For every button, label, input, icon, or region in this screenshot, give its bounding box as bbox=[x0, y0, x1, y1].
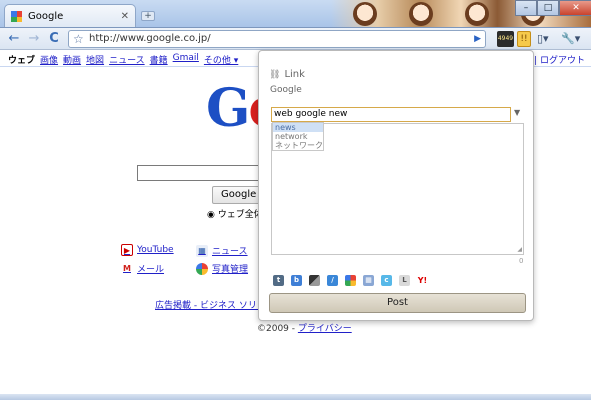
livedoor-icon[interactable]: L bbox=[399, 275, 410, 286]
tag-suggestion[interactable]: ネットワーク bbox=[273, 141, 323, 150]
copyright: ©2009 - プライバシー bbox=[257, 324, 352, 334]
window-bottom-border bbox=[0, 394, 591, 400]
page-menu-button[interactable]: ▯▾ bbox=[537, 31, 549, 47]
logout-link[interactable]: | ログアウト bbox=[534, 53, 585, 66]
google-bar: ウェブ 画像 動画 地図 ニュース 書籍 Gmail その他 ▾ bbox=[8, 53, 238, 66]
browser-toolbar: ← → C ☆ http://www.google.co.jp/ ▶ 4949 … bbox=[0, 28, 591, 50]
post-button[interactable]: Post bbox=[269, 293, 526, 313]
gbar-item-news[interactable]: ニュース bbox=[109, 53, 145, 66]
maximize-button[interactable]: □ bbox=[537, 0, 559, 16]
tag-suggestion[interactable]: news bbox=[273, 123, 323, 132]
tag-dropdown-icon[interactable]: ▼ bbox=[514, 108, 520, 117]
wrench-menu-button[interactable]: 🔧▾ bbox=[561, 31, 580, 47]
gmail-icon: M bbox=[121, 262, 133, 275]
news-icon: ▦ bbox=[196, 244, 208, 257]
share-services: t b / ▦ c L Y! bbox=[273, 275, 428, 286]
go-icon[interactable]: ▶ bbox=[474, 31, 481, 47]
hatena-bookmark-popup: ⛓ Link Google web google new ▼ ◢ news ne… bbox=[258, 50, 534, 321]
service-news[interactable]: ▦ ニュース bbox=[196, 244, 248, 257]
footer-links: 広告掲載 - ビジネス ソリュー bbox=[155, 298, 275, 311]
gbar-item-more[interactable]: その他 ▾ bbox=[204, 53, 238, 66]
resize-grip-icon[interactable]: ◢ bbox=[517, 247, 522, 253]
extension-4949-button[interactable]: 4949 bbox=[497, 31, 514, 47]
twitter-icon[interactable]: c bbox=[381, 275, 392, 286]
service-photos[interactable]: 写真管理 bbox=[196, 262, 248, 275]
char-counter: 0 bbox=[519, 257, 524, 265]
youtube-icon: ▶ bbox=[121, 244, 133, 256]
gbar-item-video[interactable]: 動画 bbox=[63, 53, 81, 66]
new-tab-button[interactable]: + bbox=[141, 11, 155, 21]
hatena-bookmark-button[interactable]: !! bbox=[517, 31, 531, 47]
gbar-item-images[interactable]: 画像 bbox=[40, 53, 58, 66]
forward-button[interactable]: → bbox=[26, 31, 42, 47]
minimize-button[interactable]: – bbox=[515, 0, 537, 16]
popup-heading: Link bbox=[284, 69, 305, 80]
edit-icon[interactable]: / bbox=[327, 275, 338, 286]
picasa-icon bbox=[196, 262, 208, 275]
google-icon[interactable] bbox=[345, 275, 356, 286]
close-tab-icon[interactable]: ✕ bbox=[121, 11, 129, 22]
bookmark-star-icon[interactable]: ☆ bbox=[73, 31, 84, 47]
tab-strip: Google ✕ + – □ ✕ bbox=[0, 0, 591, 28]
tumblr-icon[interactable]: t bbox=[273, 275, 284, 286]
service-youtube[interactable]: ▶ YouTube bbox=[121, 244, 174, 256]
window-controls: – □ ✕ bbox=[515, 0, 591, 16]
tag-input[interactable]: web google new bbox=[271, 107, 511, 122]
blog-icon[interactable] bbox=[309, 275, 320, 286]
yahoo-icon[interactable]: Y! bbox=[417, 275, 428, 286]
tag-suggestion-list: news network ネットワーク bbox=[272, 122, 324, 151]
gbar-item-maps[interactable]: 地図 bbox=[86, 53, 104, 66]
delicious-icon[interactable]: b bbox=[291, 275, 302, 286]
calendar-icon[interactable]: ▦ bbox=[363, 275, 374, 286]
tab-title: Google bbox=[28, 11, 64, 22]
bookmark-page-title: Google bbox=[270, 85, 302, 95]
window-close-button[interactable]: ✕ bbox=[559, 0, 591, 16]
gbar-item-gmail[interactable]: Gmail bbox=[173, 53, 199, 66]
service-mail[interactable]: M メール bbox=[121, 262, 164, 275]
google-favicon-icon bbox=[11, 11, 22, 22]
privacy-link[interactable]: プライバシー bbox=[298, 324, 352, 334]
popup-header: ⛓ Link bbox=[269, 69, 305, 80]
gbar-item-books[interactable]: 書籍 bbox=[150, 53, 168, 66]
tab-google[interactable]: Google ✕ bbox=[4, 4, 136, 27]
back-button[interactable]: ← bbox=[6, 31, 22, 47]
address-url[interactable]: http://www.google.co.jp/ bbox=[89, 31, 211, 47]
link-icon: ⛓ bbox=[269, 69, 281, 80]
footer-ad-link[interactable]: 広告掲載 - ビジネス ソリュー bbox=[155, 301, 275, 311]
reload-button[interactable]: C bbox=[46, 31, 62, 47]
address-bar[interactable]: ☆ http://www.google.co.jp/ ▶ bbox=[68, 30, 486, 48]
tag-suggestion[interactable]: network bbox=[273, 132, 323, 141]
gbar-item-web[interactable]: ウェブ bbox=[8, 53, 35, 66]
